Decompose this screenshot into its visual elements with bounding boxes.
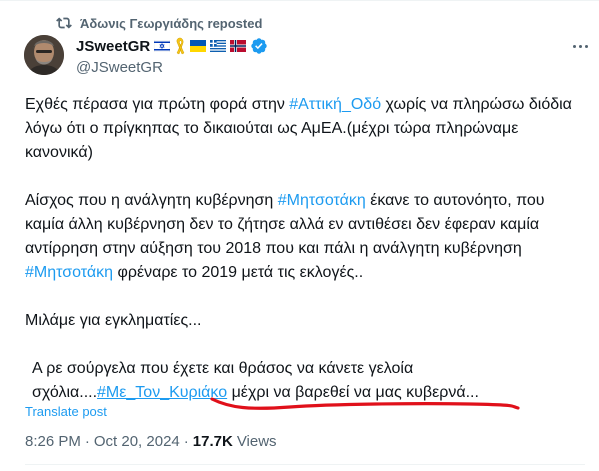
tweet-text-segment: Εχθές πέρασα για πρώτη φορά στην <box>25 96 290 113</box>
translate-post-link[interactable]: Translate post <box>25 404 107 419</box>
tweet-paragraph: Μιλάμε για εγκληματίες... <box>25 312 202 329</box>
norway-flag-icon <box>230 40 247 52</box>
tweet-text: Εχθές πέρασα για πρώτη φορά στην #Αττική… <box>25 93 585 405</box>
repost-indicator[interactable]: Άδωνις Γεωργιάδης reposted <box>56 13 262 33</box>
more-dot-icon <box>584 44 588 48</box>
tweet-date[interactable]: Oct 20, 2024 <box>94 433 180 450</box>
hashtag-link[interactable]: #Μητσοτάκη <box>278 192 366 209</box>
tweet-meta: 8:26 PM · Oct 20, 2024 · 17.7K Views <box>25 431 277 451</box>
avatar[interactable] <box>24 35 64 75</box>
tweet-header: JSweetGR @JSweetGR <box>76 36 272 76</box>
yellow-ribbon-icon <box>176 37 185 55</box>
meta-separator: · <box>183 432 189 450</box>
ukraine-flag-icon <box>190 40 207 52</box>
views-count[interactable]: 17.7K <box>193 433 233 450</box>
bottom-divider <box>25 464 585 465</box>
author-handle[interactable]: @JSweetGR <box>76 59 272 76</box>
repost-text: Άδωνις Γεωργιάδης reposted <box>80 15 263 31</box>
display-name[interactable]: JSweetGR <box>76 38 150 55</box>
avatar-image <box>24 35 64 75</box>
top-divider <box>0 0 599 1</box>
tweet-text-segment: μέχρι να βαρεθεί να μας κυβερνά... <box>227 384 479 401</box>
tweet-time[interactable]: 8:26 PM <box>25 433 81 450</box>
views-label: Views <box>236 432 277 450</box>
tweet-paragraph: Αίσχος που η ανάλγητη κυβέρνηση #Μητσοτά… <box>25 189 585 285</box>
tweet-text-segment: φρέναρε το 2019 μετά τις εκλογές.. <box>113 264 364 281</box>
israel-flag-icon <box>154 40 171 52</box>
repost-icon <box>56 17 72 29</box>
name-row: JSweetGR <box>76 36 272 56</box>
more-dot-icon <box>572 44 576 48</box>
more-dot-icon <box>578 44 582 48</box>
tweet-paragraph: Α ρε σούργελα που έχετε και θράσος να κά… <box>25 357 585 405</box>
hashtag-link[interactable]: #Με_Τον_Κυριάκο <box>97 384 227 401</box>
tweet-paragraph: Εχθές πέρασα για πρώτη φορά στην #Αττική… <box>25 93 585 165</box>
meta-separator: · <box>84 432 90 450</box>
tweet-text-segment: Αίσχος που η ανάλγητη κυβέρνηση <box>25 192 278 209</box>
hashtag-link[interactable]: #Μητσοτάκη <box>25 264 113 281</box>
more-options-button[interactable] <box>569 37 591 55</box>
greece-flag-icon <box>210 40 227 52</box>
verified-badge-icon[interactable] <box>250 37 268 55</box>
hashtag-link[interactable]: #Αττική_Οδό <box>289 96 381 113</box>
